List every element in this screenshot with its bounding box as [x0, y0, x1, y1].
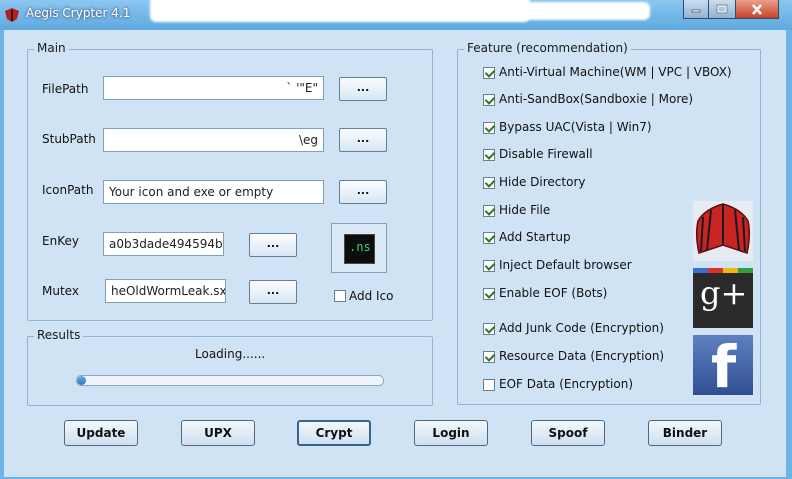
stubpath-input[interactable]: \eg — [103, 128, 324, 152]
feature-checkbox[interactable] — [483, 205, 495, 217]
feature-label: Hide Directory — [499, 175, 586, 189]
filepath-input[interactable]: ` '"E" — [103, 76, 324, 100]
upx-button[interactable]: UPX — [181, 420, 255, 446]
shield-logo-image — [693, 201, 753, 261]
google-plus-image: g+ — [693, 268, 753, 328]
mutex-label: Mutex — [42, 284, 79, 298]
feature-label: Hide File — [499, 203, 551, 217]
feature-label: EOF Data (Encryption) — [499, 377, 633, 391]
update-button[interactable]: Update — [64, 420, 138, 446]
feature-checkbox[interactable] — [483, 177, 495, 189]
main-legend: Main — [34, 41, 69, 55]
title-bar: Aegis Crypter 4.1 — [0, 0, 792, 30]
spoof-button[interactable]: Spoof — [531, 420, 605, 446]
encryption-progress-bar — [76, 375, 384, 386]
feature-checkbox[interactable] — [483, 232, 495, 244]
filepath-label: FilePath — [42, 82, 89, 96]
shield-icon — [695, 203, 751, 254]
google-plus-logo-text: g+ — [700, 274, 748, 312]
login-button[interactable]: Login — [414, 420, 488, 446]
crypt-button[interactable]: Crypt — [297, 420, 371, 446]
results-status-text: Loading...... — [195, 347, 266, 361]
feature-checkbox[interactable] — [483, 122, 495, 134]
feature-legend: Feature (recommendation) — [464, 41, 631, 55]
feature-label: Add Junk Code (Encryption) — [499, 321, 664, 335]
feature-checkbox[interactable] — [483, 149, 495, 161]
maximize-icon — [716, 4, 728, 14]
facebook-logo-text: f — [711, 335, 737, 395]
feature-label: Anti-Virtual Machine(WM | VPC | VBOX) — [499, 65, 732, 79]
mutex-input[interactable]: heOldWormLeak.sx — [105, 279, 226, 303]
feature-label: Add Startup — [499, 230, 571, 244]
aegis-shield-icon — [5, 8, 19, 22]
enkey-label: EnKey — [42, 234, 79, 248]
feature-checkbox[interactable] — [483, 351, 495, 363]
minimize-button[interactable] — [683, 0, 709, 19]
window-title: Aegis Crypter 4.1 — [26, 6, 131, 20]
feature-checkbox[interactable] — [483, 323, 495, 335]
iconpath-input[interactable]: Your icon and exe or empty — [103, 180, 324, 204]
maximize-button[interactable] — [708, 0, 736, 19]
binder-button[interactable]: Binder — [648, 420, 722, 446]
redaction-smudge — [230, 2, 650, 20]
close-button[interactable] — [735, 0, 779, 19]
main-window-client: Main FilePath ` '"E" ... StubPath \eg ..… — [4, 30, 786, 477]
add-ico-label: Add Ico — [349, 289, 394, 303]
feature-checkbox[interactable] — [483, 94, 495, 106]
feature-label: Resource Data (Encryption) — [499, 349, 665, 363]
filepath-browse-button[interactable]: ... — [339, 77, 387, 101]
feature-checkbox[interactable] — [483, 288, 495, 300]
results-legend: Results — [34, 328, 84, 342]
icon-preview-logo-text: .ns — [349, 240, 371, 254]
iconpath-browse-button[interactable]: ... — [339, 180, 387, 204]
minimize-icon — [691, 9, 701, 13]
enkey-generate-button[interactable]: ... — [249, 233, 297, 257]
stubpath-browse-button[interactable]: ... — [339, 128, 387, 152]
enkey-input[interactable]: a0b3dade494594b6 — [103, 232, 224, 256]
feature-checkbox[interactable] — [483, 379, 495, 391]
iconpath-label: IconPath — [42, 183, 94, 197]
feature-label: Disable Firewall — [499, 147, 593, 161]
feature-label: Enable EOF (Bots) — [499, 286, 608, 300]
close-icon — [752, 3, 762, 15]
feature-label: Inject Default browser — [499, 258, 632, 272]
feature-checkbox[interactable] — [483, 260, 495, 272]
add-ico-checkbox[interactable] — [334, 290, 346, 302]
icon-preview-image: .ns — [344, 234, 375, 264]
feature-checkbox[interactable] — [483, 67, 495, 79]
feature-label: Anti-SandBox(Sandboxie | More) — [499, 92, 694, 106]
facebook-image: f — [693, 335, 753, 395]
mutex-generate-button[interactable]: ... — [249, 280, 297, 304]
stubpath-label: StubPath — [42, 132, 96, 146]
icon-preview: .ns — [331, 223, 387, 273]
feature-label: Bypass UAC(Vista | Win7) — [499, 120, 652, 134]
progress-fill — [77, 376, 87, 385]
